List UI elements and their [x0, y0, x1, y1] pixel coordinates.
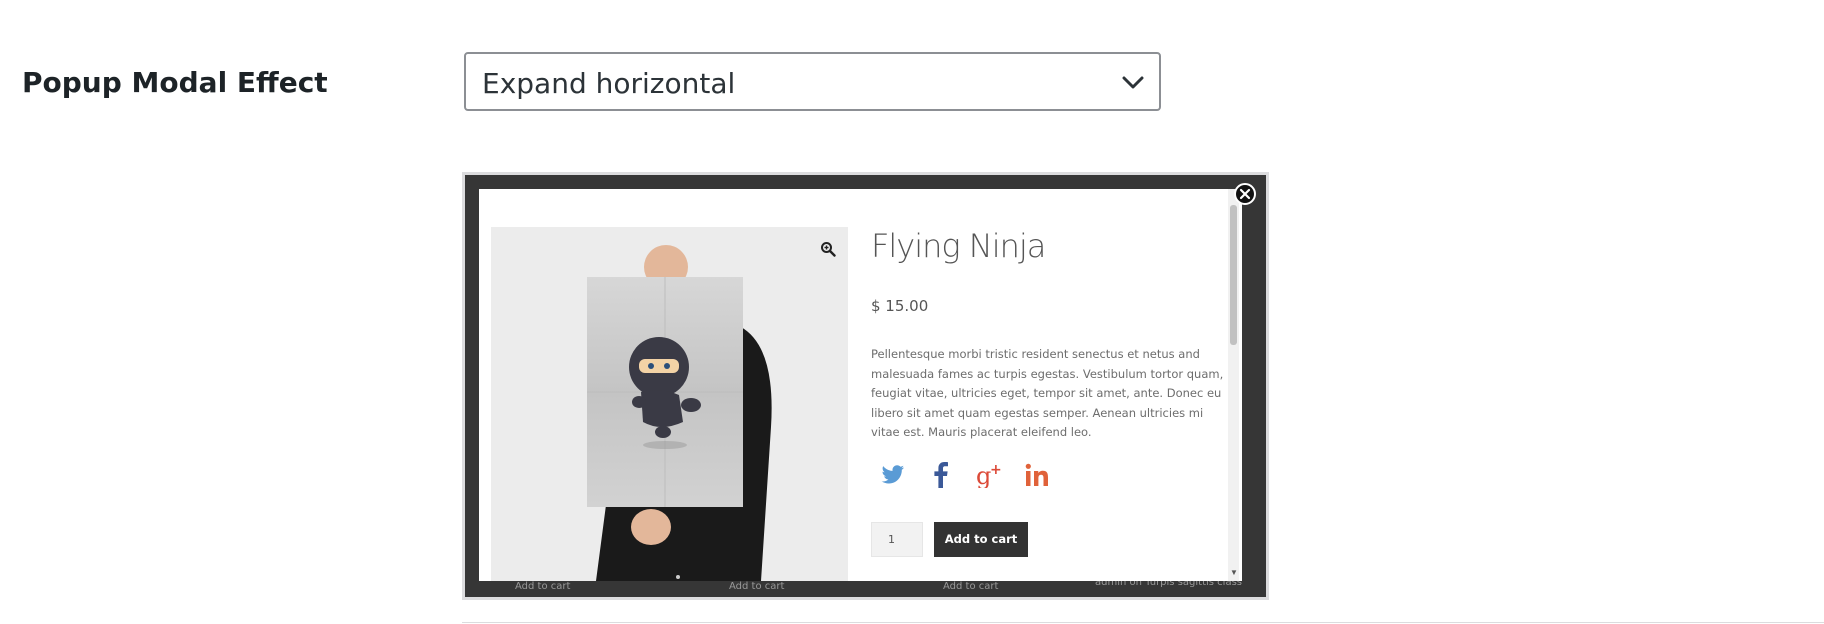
- linkedin-icon[interactable]: [1021, 459, 1053, 491]
- add-to-cart-button[interactable]: Add to cart: [934, 522, 1028, 557]
- zoom-icon[interactable]: [820, 241, 836, 257]
- scroll-down-arrow-icon[interactable]: ▼: [1230, 568, 1238, 577]
- ninja-poster-image: [491, 227, 848, 581]
- svg-text:+: +: [990, 462, 1002, 478]
- product-price: $ 15.00: [871, 297, 929, 315]
- product-title: Flying Ninja: [871, 227, 1046, 265]
- section-divider: [462, 622, 1824, 623]
- field-label: Popup Modal Effect: [22, 66, 328, 99]
- bg-add-to-cart-3: Add to cart: [943, 581, 999, 592]
- bg-add-to-cart-1: Add to cart: [515, 581, 571, 592]
- product-image: [491, 227, 848, 581]
- bg-add-to-cart-2: Add to cart: [729, 581, 785, 592]
- twitter-icon[interactable]: [877, 459, 909, 491]
- effect-preview: Add to cart Add to cart Add to cart admi…: [462, 172, 1269, 600]
- chevron-down-icon: [1122, 76, 1144, 89]
- quantity-input[interactable]: 1: [871, 522, 923, 557]
- facebook-icon[interactable]: [925, 459, 957, 491]
- close-icon[interactable]: [1233, 182, 1257, 206]
- product-description: Pellentesque morbi tristic resident sene…: [871, 347, 1224, 439]
- google-plus-icon[interactable]: g +: [973, 459, 1005, 491]
- modal-scrollbar[interactable]: ▼: [1228, 189, 1239, 581]
- quick-view-modal: Flying Ninja $ 15.00 Pellentesque morbi …: [479, 189, 1242, 581]
- scroll-thumb[interactable]: [1230, 205, 1237, 345]
- effect-select[interactable]: Expand horizontal: [464, 52, 1161, 111]
- effect-select-value: Expand horizontal: [482, 67, 736, 100]
